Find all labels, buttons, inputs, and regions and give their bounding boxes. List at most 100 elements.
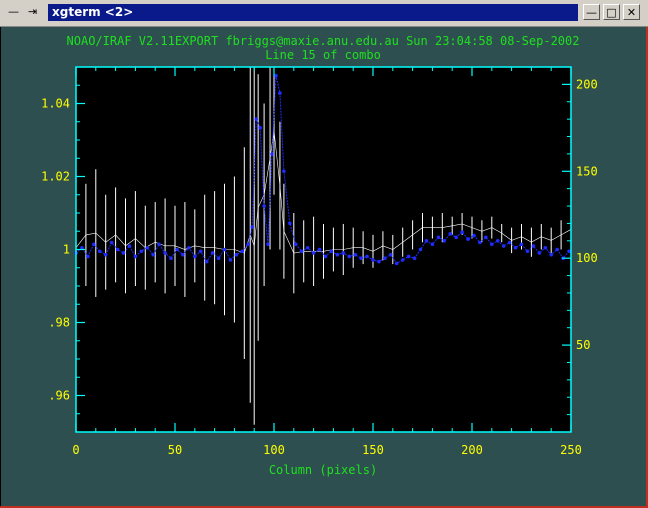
series-blue-point — [175, 247, 179, 252]
x-tick-label: 50 — [168, 443, 182, 457]
series-blue-point — [288, 221, 292, 226]
series-blue-point — [424, 239, 429, 243]
x-tick-label: 0 — [72, 443, 79, 457]
series-blue-point — [389, 252, 393, 257]
series-blue-point — [115, 247, 120, 252]
series-blue-point — [549, 252, 553, 257]
series-blue-point — [97, 249, 102, 254]
y-tick-label: .96 — [48, 389, 70, 403]
y2-tick-label: 150 — [576, 164, 598, 178]
y-tick-label: 1.02 — [41, 170, 70, 184]
series-blue-point — [169, 256, 173, 260]
y2-tick-label: 50 — [576, 338, 590, 352]
series-blue-point — [495, 239, 500, 243]
series-blue-point — [442, 239, 447, 243]
series-blue-point — [507, 240, 512, 245]
y2-tick-label: 200 — [576, 77, 598, 91]
y-tick-label: 1.04 — [41, 97, 70, 111]
series-blue-point — [323, 254, 328, 259]
series-blue-point — [293, 242, 298, 247]
x-tick-label: 250 — [560, 443, 582, 457]
series-blue-point — [513, 245, 518, 250]
series-blue-point — [145, 245, 150, 250]
series-blue-point — [270, 152, 274, 156]
series-blue-point — [341, 251, 346, 255]
series-blue-point — [359, 256, 363, 260]
series-blue-point — [274, 73, 278, 78]
series-blue-point — [133, 254, 138, 259]
series-blue-point — [478, 240, 482, 245]
x-tick-label: 200 — [461, 443, 483, 457]
series-blue-point — [266, 242, 270, 247]
series-blue-point — [210, 251, 215, 255]
series-blue-point — [448, 232, 453, 236]
series-blue-point — [430, 242, 435, 247]
plot-canvas: 0 50 100 150 200 250 .96 .98 1 1.02 1.04 50 100 150 20… — [41, 66, 598, 477]
series-blue-point — [460, 230, 464, 234]
series-blue-point — [371, 258, 375, 262]
series-blue-point — [86, 254, 90, 259]
series-blue-point — [282, 169, 286, 174]
series-blue-point — [228, 258, 233, 262]
series-blue-point — [109, 240, 114, 245]
series-blue-point — [531, 244, 536, 248]
series-blue-point — [412, 256, 417, 260]
series-blue-point — [246, 242, 251, 247]
series-blue-point — [127, 244, 132, 248]
series-blue-point — [353, 252, 357, 257]
series-blue-point — [278, 91, 282, 95]
series-blue-point — [436, 235, 441, 240]
series-blue-point — [234, 252, 239, 257]
series-blue-point — [406, 254, 411, 259]
series-blue-point — [472, 233, 476, 238]
series-blue-point — [383, 256, 387, 260]
series-blue-point — [299, 249, 304, 254]
series-blue-point — [377, 259, 381, 264]
series-blue-point — [163, 251, 167, 255]
series-blue-point — [92, 242, 96, 247]
x-tick-label: 150 — [362, 443, 384, 457]
series-blue-point — [501, 244, 506, 248]
series-blue-point — [484, 235, 488, 240]
y-tick-label: 1 — [63, 243, 70, 257]
series-blue-point — [519, 242, 524, 247]
series-blue-point — [454, 235, 458, 240]
series-blue-point — [555, 247, 559, 252]
series-blue-point — [262, 204, 266, 208]
series-blue-point — [198, 249, 203, 254]
series-blue-point — [418, 247, 423, 252]
series-blue-point — [240, 249, 245, 254]
series-blue-point — [193, 254, 197, 259]
series-blue-point — [335, 252, 340, 257]
y-tick-label: .98 — [48, 316, 70, 330]
series-blue-point — [525, 249, 530, 254]
series-blue-point — [537, 251, 542, 255]
y2-tick-label: 100 — [576, 251, 598, 265]
x-axis-label: Column (pixels) — [269, 463, 377, 477]
series-blue-point — [204, 259, 209, 264]
series-blue-point — [347, 254, 352, 259]
series-blue-point — [103, 252, 108, 257]
series-blue-point — [187, 245, 191, 250]
series-blue-point — [394, 261, 399, 266]
series-blue-point — [254, 117, 258, 121]
series-blue-point — [222, 247, 227, 252]
series-blue-point — [466, 237, 470, 241]
series-blue-point — [216, 256, 221, 260]
series-blue-point — [139, 249, 144, 254]
series-blue-point — [317, 247, 322, 252]
series-blue-point — [151, 252, 156, 257]
series-blue-point — [543, 245, 548, 250]
series-blue-point — [157, 242, 161, 247]
series-blue-point — [121, 251, 126, 255]
x-tick-label: 100 — [263, 443, 285, 457]
series-blue-point — [400, 258, 405, 262]
series-blue-point — [329, 249, 334, 254]
series-blue-point — [365, 254, 369, 259]
series-blue-point — [311, 251, 316, 255]
series-blue-point — [490, 242, 494, 247]
series-blue-point — [181, 252, 185, 257]
series-blue-point — [250, 225, 255, 229]
series-blue-point — [258, 126, 262, 130]
series-blue-point — [305, 245, 310, 250]
